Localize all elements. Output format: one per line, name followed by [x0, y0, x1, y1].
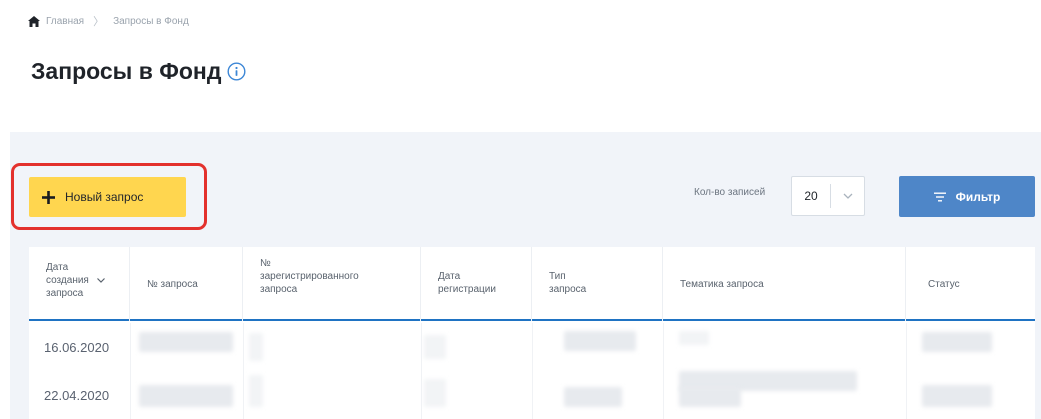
records-count-label: Кол-во записей — [694, 187, 766, 198]
column-header-line: Дата — [438, 271, 461, 282]
column-header-label: № запроса — [147, 278, 198, 290]
redacted-status — [922, 332, 992, 352]
redacted-request-topic — [679, 387, 741, 407]
column-header-line: запроса — [260, 284, 298, 295]
column-header-request-number[interactable]: № запроса — [130, 247, 243, 321]
page-title-block: Запросы в Фонд — [31, 58, 246, 85]
table-row[interactable]: 16.06.2020 — [29, 323, 1035, 371]
column-header-line: регистрации — [438, 284, 496, 295]
column-header-registered-number[interactable]: № зарегистрированного запроса — [243, 247, 421, 321]
column-header-label: Тематика запроса — [680, 278, 764, 290]
column-header-line: Тип — [549, 271, 566, 282]
redacted-request-type — [564, 331, 636, 351]
breadcrumb-current: Запросы в Фонд — [113, 15, 189, 27]
column-header-line: запроса — [46, 288, 84, 299]
column-header-sort-row: создания — [46, 274, 129, 287]
redacted-status — [922, 385, 992, 407]
column-header-line: зарегистрированного — [260, 271, 359, 282]
column-header-request-topic[interactable]: Тематика запроса — [663, 247, 906, 321]
records-count-select[interactable]: 20 — [791, 176, 865, 216]
breadcrumb-separator: 〉 — [93, 16, 105, 28]
column-header-label: Статус — [928, 278, 960, 290]
redacted-registered-number — [249, 375, 263, 407]
breadcrumb: Главная 〉 Запросы в Фонд — [28, 13, 189, 29]
records-count-value: 20 — [804, 189, 818, 203]
sort-down-icon[interactable] — [96, 278, 105, 283]
filter-button[interactable]: Фильтр — [899, 176, 1035, 217]
redacted-request-topic — [679, 331, 709, 345]
column-header-status[interactable]: Статус — [906, 247, 1035, 321]
new-request-button[interactable]: Новый запрос — [29, 177, 186, 217]
redacted-request-number — [139, 385, 233, 407]
redacted-registered-number — [249, 333, 263, 361]
filter-icon — [933, 192, 946, 201]
column-header-line: запроса — [549, 284, 587, 295]
requests-table: Дата создания запроса № запроса № зареги… — [29, 247, 1035, 419]
column-header-request-type[interactable]: Тип запроса — [532, 247, 663, 321]
row-created-date: 22.04.2020 — [44, 388, 110, 403]
page-title: Запросы в Фонд — [31, 58, 222, 84]
column-header-line: № — [260, 258, 271, 269]
column-header-registration-date[interactable]: Дата регистрации — [421, 247, 532, 321]
redacted-request-type — [564, 387, 622, 407]
filter-label: Фильтр — [955, 189, 1001, 204]
chevron-down-icon[interactable] — [843, 193, 853, 199]
row-created-date: 16.06.2020 — [44, 340, 110, 355]
table-row[interactable]: 22.04.2020 — [29, 371, 1035, 419]
redacted-request-number — [139, 332, 233, 352]
column-header-line: создания — [46, 275, 89, 286]
breadcrumb-home-link[interactable]: Главная — [46, 16, 84, 27]
home-icon[interactable] — [28, 15, 40, 27]
column-header-created-date[interactable]: Дата создания запроса — [29, 247, 130, 321]
plus-icon — [42, 190, 55, 204]
select-divider — [830, 184, 831, 208]
column-header-line: Дата — [46, 262, 69, 273]
new-request-label: Новый запрос — [65, 190, 144, 204]
redacted-registration-date — [424, 379, 446, 407]
info-icon[interactable] — [227, 62, 246, 81]
redacted-registration-date — [424, 335, 446, 359]
table-header: Дата создания запроса № запроса № зареги… — [29, 247, 1035, 321]
